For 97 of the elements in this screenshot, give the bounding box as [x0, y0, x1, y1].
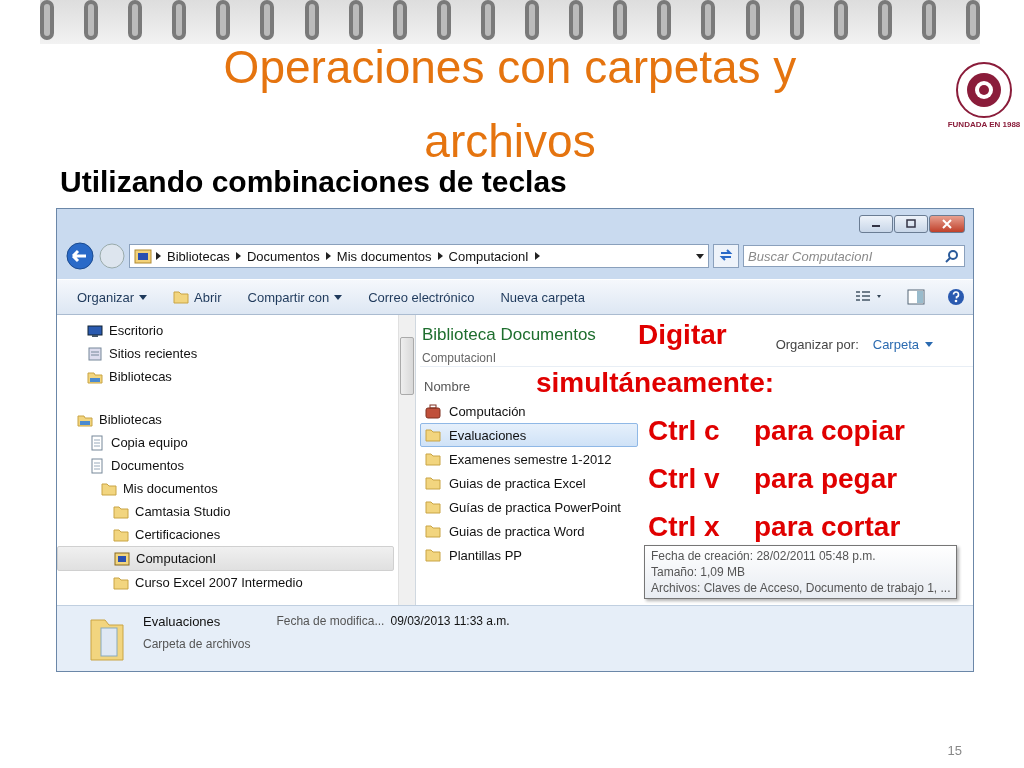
file-row[interactable]: Guias de practica Word — [420, 519, 638, 543]
file-name: Evaluaciones — [449, 427, 527, 443]
file-name: Guias de practica Word — [449, 523, 585, 539]
folder-icon — [425, 499, 441, 515]
caret-icon — [925, 342, 933, 347]
logo-caption: FUNDADA EN 1988 — [947, 120, 1021, 129]
column-header[interactable]: Nombre — [424, 378, 471, 394]
refresh-button[interactable] — [713, 244, 739, 268]
tree-item[interactable]: Bibliotecas — [57, 365, 394, 388]
toolbar-button[interactable]: Abrir — [173, 287, 222, 307]
tooltip-text: Archivos: Claves de Acceso, Documento de trabajo 1, ... — [651, 580, 951, 596]
briefcase-icon — [425, 403, 441, 419]
chevron-icon — [156, 252, 161, 260]
folder-icon — [113, 503, 129, 520]
file-row[interactable]: Computación — [420, 399, 638, 423]
tooltip-text: Tamaño: 1,09 MB — [651, 564, 747, 580]
computer-folder-icon — [134, 248, 152, 264]
details-label: Fecha de modifica... — [276, 614, 385, 628]
shortcut-keys: Ctrl v — [648, 461, 744, 497]
library-subtitle: ComputacionI — [422, 351, 498, 365]
minimize-button[interactable] — [859, 215, 893, 233]
search-icon — [945, 249, 959, 263]
document-icon — [89, 457, 105, 474]
shortcut-action: para cortar — [754, 510, 901, 544]
file-name: Guías de practica PowerPoint — [449, 499, 621, 515]
caret-icon — [334, 294, 343, 300]
close-button[interactable] — [929, 215, 965, 233]
maximize-icon — [905, 219, 917, 229]
tree-item[interactable]: Copia equipo — [57, 431, 394, 454]
folder-icon — [425, 547, 441, 563]
library-title: Biblioteca Documentos — [422, 325, 596, 345]
toolbar-button[interactable]: Organizar — [77, 287, 148, 307]
folder-icon — [425, 523, 441, 539]
toolbar-button[interactable]: Nueva carpeta — [500, 287, 585, 307]
desktop-icon — [87, 322, 103, 339]
folder-icon — [101, 480, 117, 497]
file-name: Guias de practica Excel — [449, 475, 586, 491]
refresh-icon — [718, 247, 734, 262]
chevron-icon — [437, 252, 443, 260]
folder-icon — [113, 574, 129, 591]
folder-icon — [425, 427, 441, 443]
tree-item[interactable]: Certificaciones — [57, 523, 394, 546]
arrange-dropdown[interactable]: Carpeta — [872, 337, 933, 352]
file-row[interactable]: Guias de practica Excel — [420, 471, 638, 495]
close-icon — [941, 219, 953, 229]
instruction-text: simultáneamente: — [536, 366, 775, 400]
breadcrumb[interactable]: Documentos — [246, 248, 320, 264]
instruction-text: Digitar — [638, 318, 727, 352]
file-name: Examenes semestre 1-2012 — [449, 451, 612, 467]
file-row[interactable]: Plantillas PP — [420, 543, 638, 567]
search-field[interactable]: Buscar ComputacionI — [743, 245, 965, 267]
toolbar-button[interactable]: Correo electrónico — [368, 287, 475, 307]
shortcut-action: para pegar — [754, 462, 898, 496]
shortcut-keys: Ctrl x — [648, 509, 744, 545]
arrange-label: Organizar por: — [775, 337, 859, 352]
file-name: Computación — [449, 403, 526, 419]
tree-item[interactable]: Curso Excel 2007 Intermedio — [57, 571, 394, 594]
folder-icon — [113, 526, 129, 543]
details-name: Evaluaciones — [143, 614, 222, 629]
toolbar-button[interactable]: Compartir con — [247, 287, 343, 307]
folder-icon — [425, 451, 441, 467]
tree-item[interactable]: Camtasia Studio — [57, 500, 394, 523]
chevron-icon — [235, 252, 241, 260]
maximize-button[interactable] — [894, 215, 928, 233]
seal-icon — [956, 62, 1012, 118]
document-icon — [89, 434, 105, 451]
recent-places-icon — [87, 345, 103, 362]
file-row[interactable]: Guías de practica PowerPoint — [420, 495, 638, 519]
caret-icon — [139, 294, 148, 300]
file-row[interactable]: Evaluaciones — [420, 423, 638, 447]
tree-item[interactable]: Sitios recientes — [57, 342, 394, 365]
breadcrumb[interactable]: Mis documentos — [336, 248, 432, 264]
chevron-icon[interactable] — [534, 252, 540, 260]
details-type: Carpeta de archivos — [143, 637, 251, 651]
address-bar[interactable]: Bibliotecas Documentos Mis documentos ComputacionI — [129, 244, 709, 268]
shortcut-keys: Ctrl c — [648, 413, 744, 449]
file-name: Plantillas PP — [449, 547, 522, 563]
tree-item[interactable]: Documentos — [57, 454, 394, 477]
scrollbar[interactable] — [398, 315, 415, 605]
help-icon[interactable] — [947, 288, 965, 306]
chevron-icon — [325, 252, 331, 260]
computer-folder-icon — [114, 550, 130, 567]
tree-item[interactable]: Escritorio — [57, 319, 394, 342]
folder-icon — [425, 475, 441, 491]
file-row[interactable]: Examenes semestre 1-2012 — [420, 447, 638, 471]
tooltip-text: Fecha de creación: 28/02/2011 05:48 p.m. — [651, 548, 877, 564]
tree-item[interactable]: ComputacionI — [57, 546, 394, 571]
page-number: 15 — [947, 743, 962, 758]
tree-item[interactable]: Bibliotecas — [57, 408, 394, 431]
tree-item[interactable]: Mis documentos — [57, 477, 394, 500]
breadcrumb[interactable]: Bibliotecas — [167, 248, 230, 264]
back-button[interactable] — [65, 241, 95, 271]
shortcut-action: para copiar — [754, 414, 905, 448]
dropdown-arrow-icon[interactable] — [696, 253, 704, 259]
folder-icon — [173, 289, 190, 305]
details-value: 09/03/2013 11:33 a.m. — [390, 614, 510, 628]
breadcrumb[interactable]: ComputacionI — [448, 248, 529, 264]
